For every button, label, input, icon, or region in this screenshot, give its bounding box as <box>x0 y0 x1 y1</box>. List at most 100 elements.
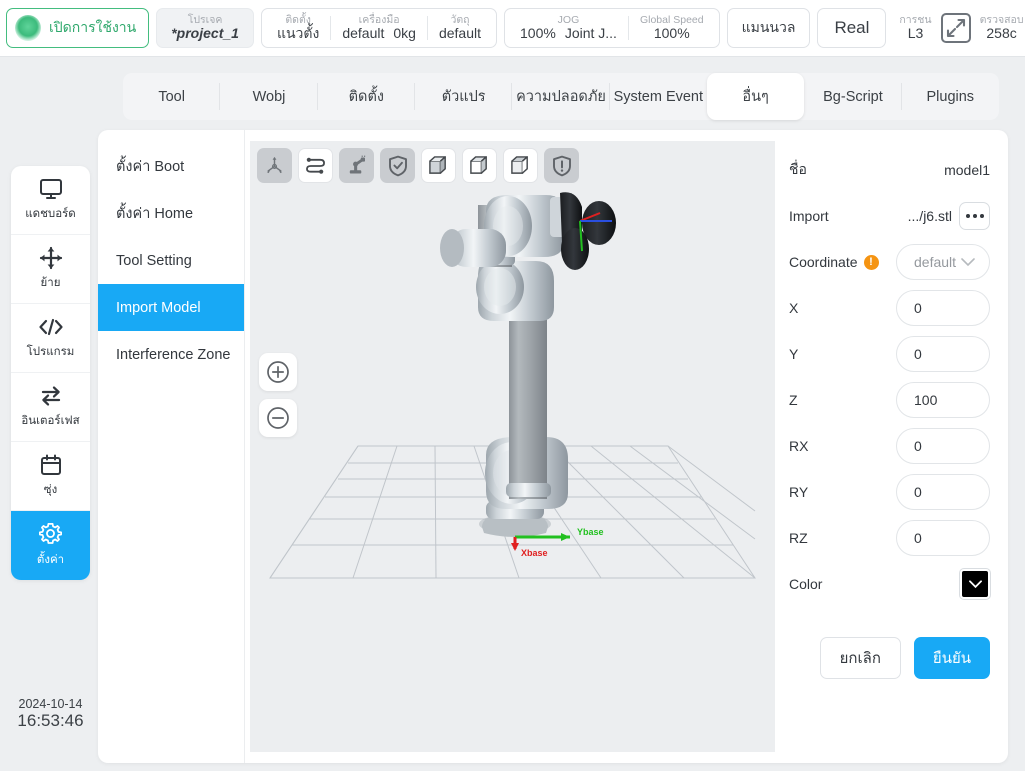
sidebar-item-label: ย้าย <box>40 277 61 289</box>
settings-tab-bar: Tool Wobj ติดตั้ง ตัวแปร ความปลอดภัย Sys… <box>123 73 999 120</box>
sidebar-item-settings[interactable]: ตั้งค่า <box>11 511 90 580</box>
chevron-down-icon <box>968 579 982 588</box>
real-mode-label: Real <box>834 18 870 37</box>
tab-system-event[interactable]: System Event <box>610 73 707 120</box>
check-stat[interactable]: ตรวจสอบ 258c <box>975 14 1025 42</box>
cube-view-side-icon[interactable] <box>503 148 538 183</box>
clock: 2024-10-14 16:53:46 <box>11 697 90 731</box>
cube-view-top-icon[interactable] <box>462 148 497 183</box>
x-input[interactable]: 0 <box>896 290 990 326</box>
menu-item-interference-zone[interactable]: Interference Zone <box>98 331 244 378</box>
trajectory-path-icon[interactable] <box>298 148 333 183</box>
ry-label: RY <box>789 484 809 500</box>
tab-bg-script[interactable]: Bg-Script <box>804 73 902 120</box>
tab-plugins[interactable]: Plugins <box>902 73 999 120</box>
code-icon <box>38 315 64 339</box>
tab-others[interactable]: อื่นๆ <box>706 73 805 120</box>
enable-status-button[interactable]: เปิดการใช้งาน <box>6 8 150 48</box>
color-picker-swatch[interactable] <box>960 569 990 599</box>
name-label: ชื่อ <box>789 161 807 177</box>
sidebar-item-move[interactable]: ย้าย <box>11 235 90 304</box>
clock-date: 2024-10-14 <box>18 697 83 711</box>
menu-item-tool-setting[interactable]: Tool Setting <box>98 237 244 284</box>
rz-label: RZ <box>789 530 808 546</box>
more-dots-icon[interactable] <box>959 202 990 230</box>
rx-input[interactable]: 0 <box>896 428 990 464</box>
tab-wobj[interactable]: Wobj <box>220 73 318 120</box>
form-row-x: X 0 <box>789 285 990 331</box>
real-mode-button[interactable]: Real <box>817 8 887 48</box>
monitor-icon <box>39 177 63 201</box>
manual-mode-button[interactable]: แมนนวล <box>726 8 811 48</box>
cancel-button[interactable]: ยกเลิก <box>819 637 901 679</box>
robot-link-upper <box>506 297 551 499</box>
z-input[interactable]: 100 <box>896 382 990 418</box>
global-speed-value: 100% <box>653 25 690 42</box>
axis-y-label: Ybase <box>577 527 604 537</box>
robot-arm-icon[interactable] <box>339 148 374 183</box>
confirm-button[interactable]: ยืนยัน <box>913 637 990 679</box>
workpiece-value: default <box>438 25 481 42</box>
form-row-ry: RY 0 <box>789 469 990 515</box>
cube-view-front-icon[interactable] <box>421 148 456 183</box>
workpiece-cell[interactable]: วัตถุ default <box>428 9 492 47</box>
speed-group[interactable]: JOG 100% Joint J... Global Speed 100% <box>504 8 720 48</box>
x-label: X <box>789 300 799 316</box>
import-path-value: .../j6.stl <box>907 208 952 224</box>
menu-item-import-model[interactable]: Import Model <box>98 284 244 331</box>
jog-mode-value: Joint J... <box>564 25 617 42</box>
sidebar-item-dashboard[interactable]: แดชบอร์ด <box>11 166 90 235</box>
gear-icon <box>38 522 63 547</box>
menu-item-boot-setting[interactable]: ตั้งค่า Boot <box>98 143 244 190</box>
shield-warning-icon[interactable] <box>544 148 579 183</box>
fullscreen-expand-icon[interactable] <box>940 13 971 43</box>
project-button[interactable]: โปรเจค *project_1 <box>156 8 254 48</box>
shield-check-icon[interactable] <box>380 148 415 183</box>
tab-variables[interactable]: ตัวแปร <box>415 73 513 120</box>
y-label: Y <box>789 346 799 362</box>
form-row-color: Color <box>789 561 990 607</box>
tab-install[interactable]: ติดตั้ง <box>318 73 416 120</box>
form-row-rz: RZ 0 <box>789 515 990 561</box>
robot-joint-2 <box>476 260 554 321</box>
enable-status-label: เปิดการใช้งาน <box>49 19 137 35</box>
sidebar-item-interface[interactable]: อินเตอร์เฟส <box>11 373 90 442</box>
status-dot-icon <box>15 15 41 41</box>
robot-3d-viewport[interactable]: Ybase Xbase <box>250 141 775 752</box>
sidebar-item-label: ซุ่ง <box>43 484 58 496</box>
zoom-in-icon[interactable] <box>259 353 297 391</box>
tab-safety[interactable]: ความปลอดภัย <box>512 73 610 120</box>
tab-tool[interactable]: Tool <box>123 73 221 120</box>
coordinate-label-text: Coordinate <box>789 254 858 270</box>
sidebar-item-program[interactable]: โปรแกรม <box>11 304 90 373</box>
warning-icon: ! <box>863 254 879 270</box>
form-row-import: Import .../j6.stl <box>789 193 990 239</box>
calendar-icon <box>40 453 62 477</box>
rz-input[interactable]: 0 <box>896 520 990 556</box>
zoom-out-icon[interactable] <box>259 399 297 437</box>
collision-stat[interactable]: การชน L3 <box>894 14 936 42</box>
form-row-name: ชื่อ model1 <box>789 147 990 193</box>
setup-group[interactable]: ติดตั้ง แนวตั้ง เครื่องมือ default 0kg ว… <box>260 8 497 48</box>
install-cell[interactable]: ติดตั้ง แนวตั้ง <box>266 9 330 47</box>
coordinate-select[interactable]: default <box>896 244 990 280</box>
jog-cell[interactable]: JOG 100% Joint J... <box>509 9 628 47</box>
menu-item-home-setting[interactable]: ตั้งค่า Home <box>98 190 244 237</box>
name-value: model1 <box>944 162 990 178</box>
form-row-y: Y 0 <box>789 331 990 377</box>
install-value: แนวตั้ง <box>276 25 320 42</box>
form-row-coordinate: Coordinate ! default <box>789 239 990 285</box>
coordinate-label: Coordinate ! <box>789 254 896 270</box>
check-value: 258c <box>986 25 1017 42</box>
tool-payload: 0kg <box>393 25 416 42</box>
import-label: Import <box>789 208 829 224</box>
app-header: เปิดการใช้งาน โปรเจค *project_1 ติดตั้ง … <box>0 0 1025 57</box>
coordinate-axis-icon[interactable] <box>257 148 292 183</box>
sidebar-item-schedule[interactable]: ซุ่ง <box>11 442 90 511</box>
y-input[interactable]: 0 <box>896 336 990 372</box>
global-speed-cell[interactable]: Global Speed 100% <box>629 9 715 47</box>
tool-cell[interactable]: เครื่องมือ default 0kg <box>331 9 427 47</box>
sidebar: แดชบอร์ด ย้าย โปรแกรม อินเตอร์เฟส ซุ่ง ต… <box>11 166 90 580</box>
ry-input[interactable]: 0 <box>896 474 990 510</box>
imported-model-parts <box>560 192 616 270</box>
